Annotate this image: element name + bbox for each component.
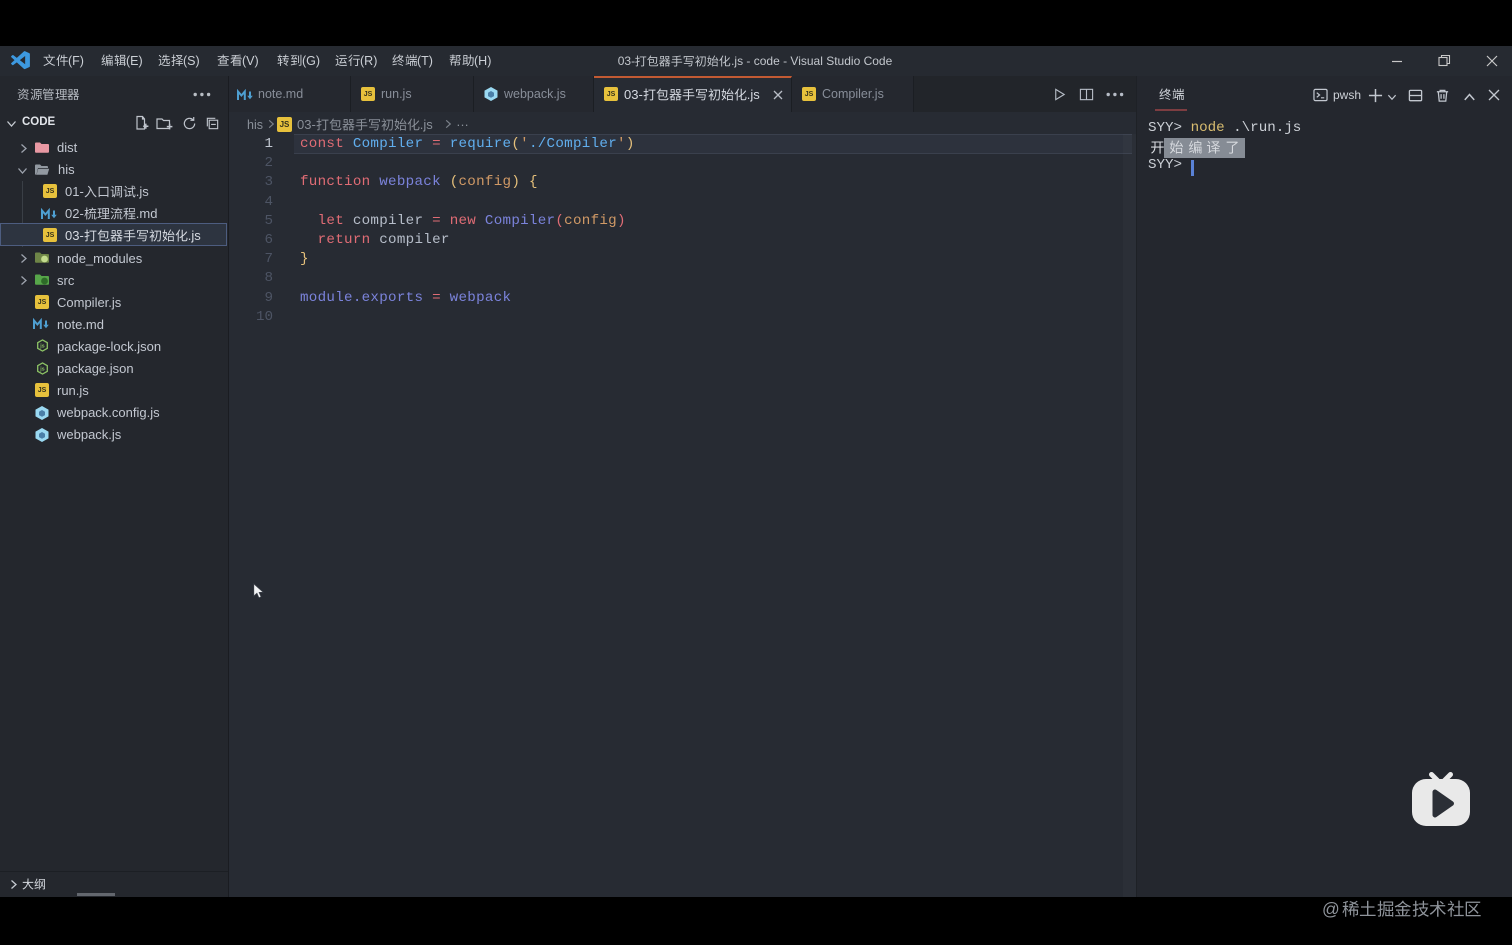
- svg-text:js: js: [39, 344, 44, 350]
- svg-text:js: js: [39, 366, 44, 372]
